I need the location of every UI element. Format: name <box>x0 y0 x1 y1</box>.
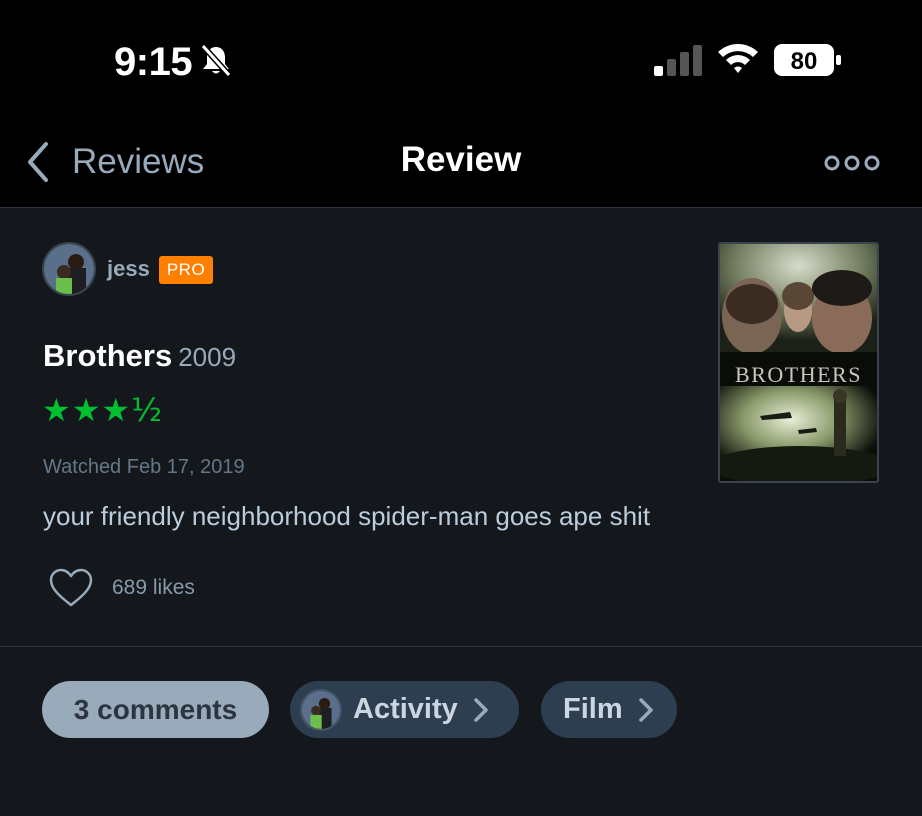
review-card: jess PRO Brothers 2009 ★★★½ Watched Feb 1… <box>0 208 922 646</box>
film-heading: Brothers 2009 <box>43 338 236 374</box>
chevron-right-icon <box>474 697 488 722</box>
poster-title: BROTHERS <box>735 362 862 387</box>
bell-muted-icon <box>200 43 232 78</box>
film-title[interactable]: Brothers <box>43 338 172 373</box>
navigation-bar: Reviews Review <box>0 120 922 208</box>
film-year[interactable]: 2009 <box>178 342 236 372</box>
likes-count[interactable]: 689 likes <box>112 576 195 600</box>
activity-avatar-image <box>302 690 340 729</box>
watched-date: Watched Feb 17, 2019 <box>43 456 245 478</box>
film-poster[interactable]: BROTHERS <box>718 242 879 483</box>
activity-avatar <box>300 688 342 731</box>
film-button[interactable]: Film <box>541 681 677 738</box>
status-time: 9:15 <box>114 40 193 84</box>
page-title: Review <box>400 140 522 179</box>
pro-badge: PRO <box>159 256 213 284</box>
battery-icon: 80 <box>774 44 841 76</box>
star-rating: ★★★½ <box>42 391 164 429</box>
like-row: 689 likes <box>48 566 195 610</box>
username[interactable]: jess <box>107 256 150 282</box>
review-text: your friendly neighborhood spider-man go… <box>43 501 651 531</box>
activity-button[interactable]: Activity <box>290 681 519 738</box>
wifi-icon <box>718 44 758 73</box>
comments-button-label: 3 comments <box>73 693 238 725</box>
more-options-icon[interactable] <box>822 150 882 176</box>
chevron-right-icon <box>638 697 653 722</box>
film-button-label: Film <box>563 693 623 725</box>
cellular-signal-icon <box>654 45 702 76</box>
status-bar: 9:15 80 <box>0 0 922 120</box>
battery-level: 80 <box>791 48 818 75</box>
divider <box>0 646 922 647</box>
avatar-image <box>44 244 94 294</box>
heart-icon[interactable] <box>48 568 94 608</box>
activity-button-label: Activity <box>353 693 458 725</box>
comments-button[interactable]: 3 comments <box>42 681 269 738</box>
avatar[interactable] <box>42 242 96 296</box>
